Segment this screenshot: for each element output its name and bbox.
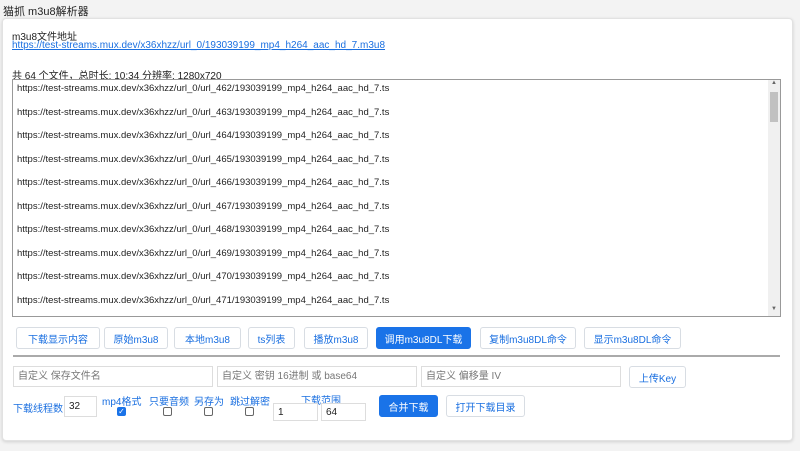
ts-url-line: https://test-streams.mux.dev/x36xhzz/url… bbox=[17, 106, 390, 118]
m3u8dl-download-button[interactable]: 调用m3u8DL下载 bbox=[376, 327, 471, 349]
range-end-input[interactable] bbox=[321, 403, 366, 421]
upload-key-button[interactable]: 上传Key bbox=[629, 366, 686, 388]
option-audio-only-label: 只要音频 bbox=[149, 397, 189, 408]
iv-input[interactable] bbox=[421, 366, 621, 387]
window-title: 猫抓 m3u8解析器 bbox=[3, 6, 89, 18]
copy-m3u8dl-command-button[interactable]: 复制m3u8DL命令 bbox=[480, 327, 576, 349]
ts-url-line: https://test-streams.mux.dev/x36xhzz/url… bbox=[17, 294, 390, 306]
scrollbar[interactable]: ▲ ▼ bbox=[768, 80, 780, 316]
audio-only-checkbox[interactable] bbox=[163, 407, 172, 416]
divider bbox=[13, 355, 780, 357]
ts-url-line: https://test-streams.mux.dev/x36xhzz/url… bbox=[17, 247, 390, 259]
ts-url-line: https://test-streams.mux.dev/x36xhzz/url… bbox=[17, 224, 390, 235]
download-displayed-button[interactable]: 下载显示内容 bbox=[16, 327, 100, 349]
ts-url-line: https://test-streams.mux.dev/x36xhzz/url… bbox=[17, 200, 390, 212]
mp4-checkbox[interactable]: ✓ bbox=[117, 407, 126, 416]
option-mp4-label: mp4格式 bbox=[102, 397, 142, 408]
merge-download-button[interactable]: 合并下载 bbox=[379, 395, 438, 417]
ts-url-line: https://test-streams.mux.dev/x36xhzz/url… bbox=[17, 83, 390, 94]
ts-url-line: https://test-streams.mux.dev/x36xhzz/url… bbox=[17, 153, 390, 165]
scrollbar-thumb[interactable] bbox=[770, 92, 778, 122]
threads-label: 下载线程数 bbox=[13, 404, 63, 415]
skip-decrypt-checkbox[interactable] bbox=[245, 407, 254, 416]
scroll-up-icon[interactable]: ▲ bbox=[768, 80, 780, 90]
open-download-dir-button[interactable]: 打开下载目录 bbox=[446, 395, 525, 417]
play-m3u8-button[interactable]: 播放m3u8 bbox=[304, 327, 368, 349]
key-input[interactable] bbox=[217, 366, 417, 387]
m3u8-url-link[interactable]: https://test-streams.mux.dev/x36xhzz/url… bbox=[12, 40, 385, 51]
save-as-checkbox[interactable] bbox=[204, 407, 213, 416]
filename-input[interactable] bbox=[13, 366, 213, 387]
local-m3u8-button[interactable]: 本地m3u8 bbox=[174, 327, 241, 349]
ts-list-button[interactable]: ts列表 bbox=[248, 327, 295, 349]
threads-input[interactable] bbox=[64, 396, 97, 417]
ts-list-textarea[interactable]: https://test-streams.mux.dev/x36xhzz/url… bbox=[12, 79, 781, 317]
option-skip-decrypt-label: 跳过解密 bbox=[230, 397, 270, 408]
range-start-input[interactable] bbox=[273, 403, 318, 421]
ts-url-line: https://test-streams.mux.dev/x36xhzz/url… bbox=[17, 130, 390, 141]
ts-url-line: https://test-streams.mux.dev/x36xhzz/url… bbox=[17, 271, 390, 282]
option-save-as-label: 另存为 bbox=[194, 397, 224, 408]
original-m3u8-button[interactable]: 原始m3u8 bbox=[104, 327, 168, 349]
scroll-down-icon[interactable]: ▼ bbox=[768, 306, 780, 316]
ts-url-line: https://test-streams.mux.dev/x36xhzz/url… bbox=[17, 177, 390, 188]
show-m3u8dl-command-button[interactable]: 显示m3u8DL命令 bbox=[584, 327, 681, 349]
